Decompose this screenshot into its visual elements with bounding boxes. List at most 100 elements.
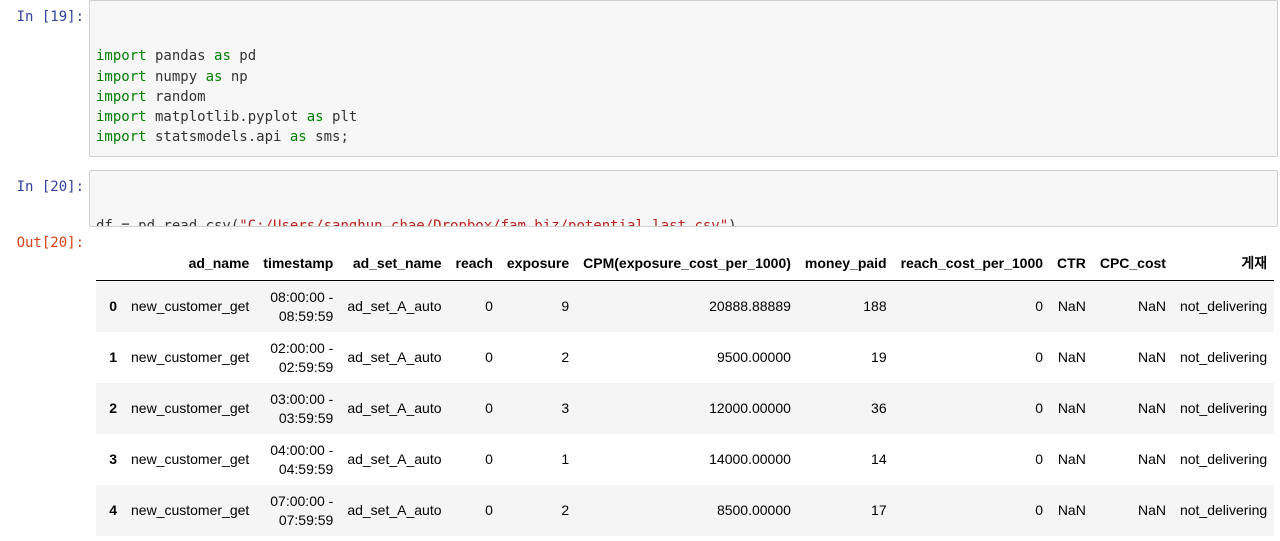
column-header: reach_cost_per_1000 <box>893 246 1051 281</box>
cell-status: not_delivering <box>1179 451 1268 467</box>
cell-money-paid: 17 <box>871 502 887 518</box>
cell-reach: 0 <box>485 400 493 416</box>
cell-cpc: NaN <box>1137 298 1166 314</box>
keyword-token: import <box>96 129 147 146</box>
cell-ctr: NaN <box>1057 451 1086 467</box>
column-header: timestamp <box>256 246 341 281</box>
code-line: import statsmodels.api as sms; <box>96 127 1271 147</box>
cell-ctr: NaN <box>1057 502 1086 518</box>
timestamp-end: 02:59:59 <box>278 358 334 375</box>
keyword-token: as <box>205 68 223 85</box>
keyword-token: as <box>306 108 324 125</box>
row-index: 4 <box>109 502 117 518</box>
code-token: matplotlib.pyplot <box>146 108 307 125</box>
cell-reach-cost: 0 <box>1035 298 1044 314</box>
keyword-token: as <box>214 48 231 65</box>
cell-ctr: NaN <box>1057 349 1086 365</box>
table-row: 3 new_customer_get 04:00:00 - 04:59:59 ad_se… <box>96 434 1275 485</box>
cell-ad-set-name: ad_set_A_auto <box>347 400 442 416</box>
cell-cpc: NaN <box>1137 502 1166 518</box>
timestamp-end: 03:59:59 <box>278 409 334 426</box>
cell-status: not_delivering <box>1179 400 1268 416</box>
code-token: np <box>222 68 248 85</box>
code-token: ) <box>728 218 737 227</box>
column-header: ad_set_name <box>340 246 449 281</box>
code-cell-read-csv[interactable]: df = pd.read_csv("C:/Users/sanghun chae/… <box>89 170 1278 227</box>
cell-cpc: NaN <box>1137 451 1166 467</box>
cell-timestamp: 07:00:00 - 07:59:59 <box>256 485 340 536</box>
cell-reach: 0 <box>485 451 493 467</box>
code-token: statsmodels.api <box>146 129 290 146</box>
cell-cpm: 14000.00000 <box>709 451 791 467</box>
timestamp-end: 07:59:59 <box>278 511 334 528</box>
cell-ad-name: new_customer_get <box>131 502 250 518</box>
timestamp-start: 02:00:00 - <box>270 339 334 356</box>
cell-status: not_delivering <box>1179 502 1268 518</box>
keyword-token: import <box>96 68 147 85</box>
code-line: import pandas as pd <box>96 46 1271 66</box>
table-header-row: ad_name timestamp ad_set_name reach exposure… <box>96 246 1275 281</box>
cell-cpm: 12000.00000 <box>709 400 791 416</box>
row-index: 1 <box>109 349 117 365</box>
table-body: 0 new_customer_get 08:00:00 - 08:59:59 ad_se… <box>96 280 1275 536</box>
cell-timestamp: 03:00:00 - 03:59:59 <box>256 383 340 434</box>
column-header: reach <box>448 246 500 281</box>
code-token: random <box>146 88 206 105</box>
cell-ad-set-name: ad_set_A_auto <box>347 502 442 518</box>
table-row: 2 new_customer_get 03:00:00 - 03:59:59 ad_se… <box>96 383 1275 434</box>
cell-exposure: 3 <box>561 400 570 416</box>
row-index: 0 <box>109 298 117 314</box>
code-token: numpy <box>146 68 206 85</box>
code-token: plt <box>323 108 358 125</box>
code-token: pandas <box>146 48 215 65</box>
code-line: df = pd.read_csv("C:/Users/sanghun chae/… <box>96 216 1271 227</box>
cell-ad-name: new_customer_get <box>131 451 250 467</box>
cell-ctr: NaN <box>1057 400 1086 416</box>
column-header: CPC_cost <box>1092 246 1173 281</box>
cell-money-paid: 19 <box>871 349 887 365</box>
dataframe-table: ad_name timestamp ad_set_name reach exposure… <box>96 246 1275 536</box>
column-header: ad_name <box>124 246 257 281</box>
cell-exposure: 9 <box>561 298 570 314</box>
keyword-token: import <box>96 108 147 125</box>
cell-cpc: NaN <box>1137 400 1166 416</box>
cell-reach-cost: 0 <box>1035 451 1044 467</box>
cell-reach: 0 <box>485 502 493 518</box>
keyword-token: as <box>289 129 307 146</box>
input-prompt-19: In [19]: <box>16 9 84 25</box>
code-cell-imports[interactable]: import pandas as pd import numpy as np imp… <box>89 0 1278 157</box>
timestamp-start: 08:00:00 - <box>270 288 334 305</box>
cell-ad-set-name: ad_set_A_auto <box>347 451 442 467</box>
code-editor[interactable]: import pandas as pd import numpy as np imp… <box>96 46 1271 156</box>
cell-reach-cost: 0 <box>1035 400 1044 416</box>
cell-reach-cost: 0 <box>1035 502 1044 518</box>
keyword-token: import <box>96 88 147 105</box>
timestamp-start: 04:00:00 - <box>270 441 334 458</box>
index-header <box>96 246 124 281</box>
cell-cpc: NaN <box>1137 349 1166 365</box>
timestamp-start: 03:00:00 - <box>270 390 334 407</box>
table-row: 0 new_customer_get 08:00:00 - 08:59:59 ad_se… <box>96 280 1275 332</box>
row-index: 3 <box>109 451 117 467</box>
code-line: import numpy as np <box>96 67 1271 87</box>
cell-money-paid: 14 <box>871 451 887 467</box>
cell-ad-name: new_customer_get <box>131 349 250 365</box>
cell-exposure: 2 <box>561 349 570 365</box>
input-prompt-20: In [20]: <box>16 179 84 195</box>
dataframe-output: ad_name timestamp ad_set_name reach exposure… <box>96 246 1280 541</box>
cell-status: not_delivering <box>1179 298 1268 314</box>
cell-cpm: 20888.88889 <box>709 298 791 314</box>
cell-exposure: 2 <box>561 502 570 518</box>
cell-ad-set-name: ad_set_A_auto <box>347 298 442 314</box>
timestamp-end: 08:59:59 <box>278 307 334 324</box>
code-editor[interactable]: df = pd.read_csv("C:/Users/sanghun chae/… <box>96 216 1271 227</box>
code-line: import matplotlib.pyplot as plt <box>96 107 1271 127</box>
timestamp-start: 07:00:00 - <box>270 492 334 509</box>
cell-money-paid: 36 <box>871 400 887 416</box>
cell-reach-cost: 0 <box>1035 349 1044 365</box>
column-header: money_paid <box>797 246 894 281</box>
cell-ad-name: new_customer_get <box>131 298 250 314</box>
cell-reach: 0 <box>485 298 493 314</box>
timestamp-end: 04:59:59 <box>278 460 334 477</box>
cell-cpm: 9500.00000 <box>716 349 791 365</box>
